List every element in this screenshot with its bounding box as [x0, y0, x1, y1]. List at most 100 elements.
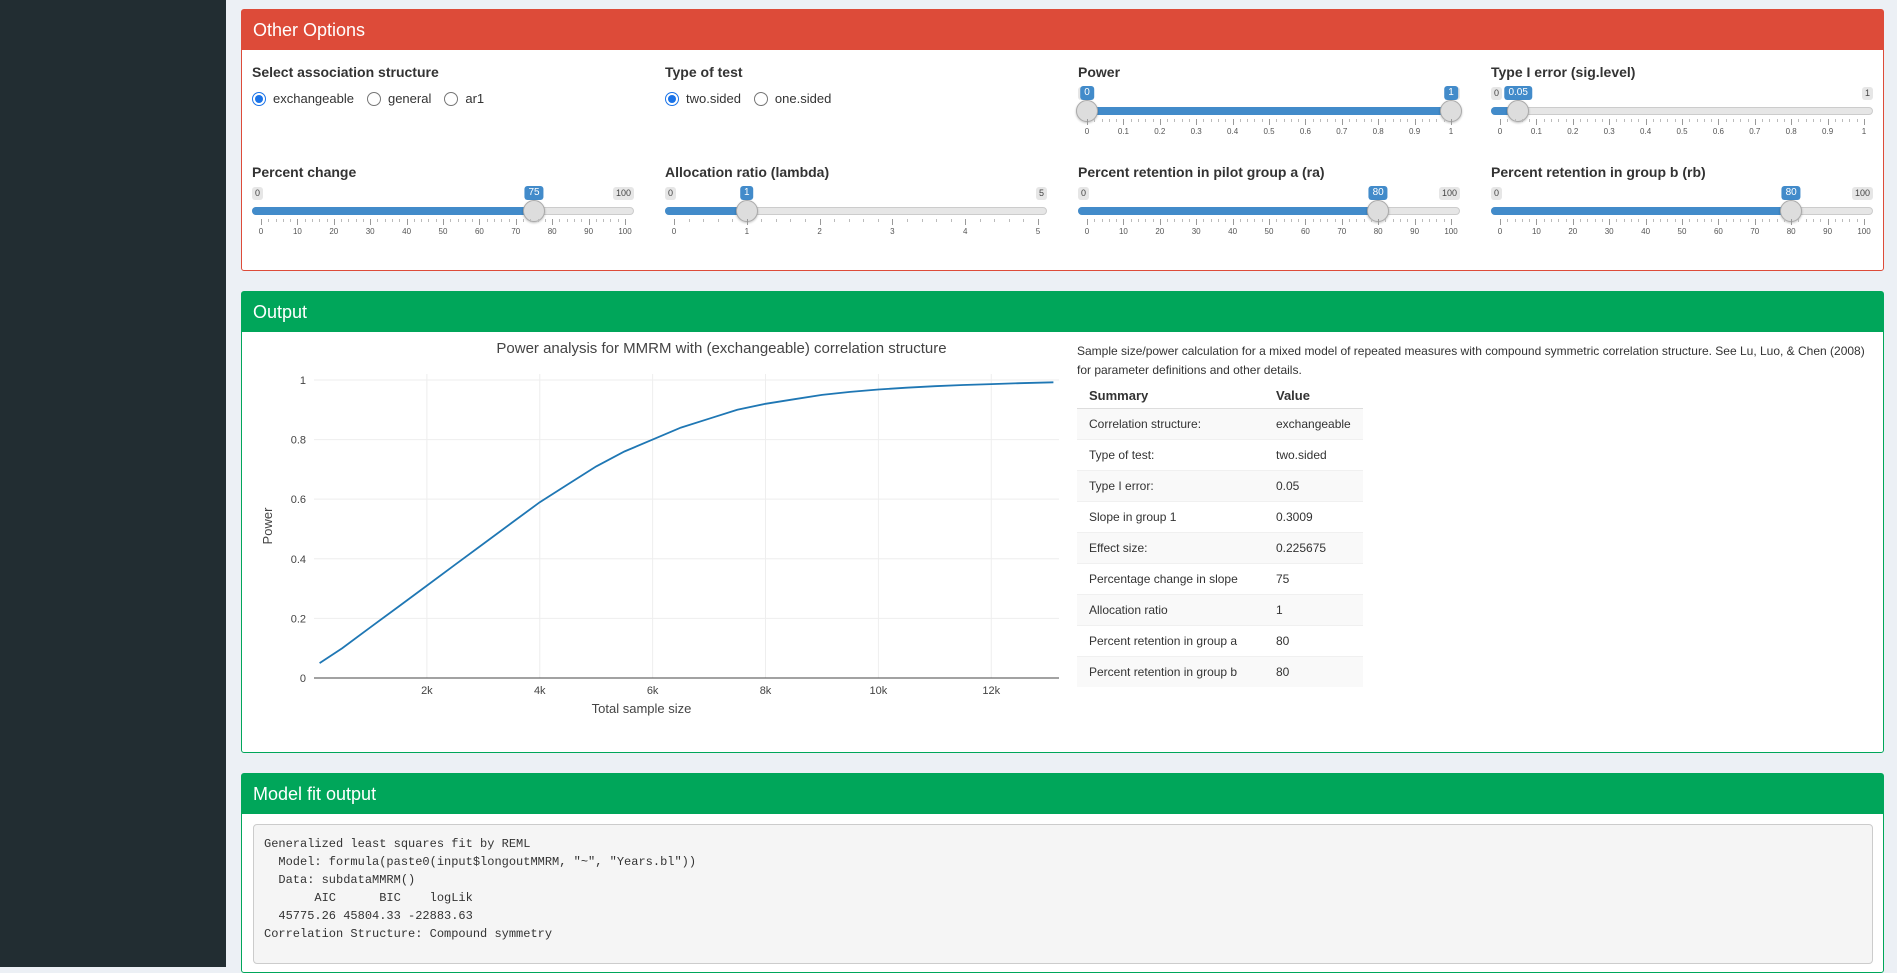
slider-minor-tick: [1747, 119, 1749, 122]
radio-ar1[interactable]: ar1: [444, 91, 484, 106]
slider-tick: [1038, 219, 1039, 225]
slider-minor-tick: [1601, 219, 1603, 222]
slider-minor-tick: [1225, 219, 1227, 222]
model-fit-line: Model: formula(paste0(input$longoutMMRM,…: [264, 855, 697, 869]
slider-minor-tick: [1283, 219, 1285, 222]
radio-two-sided[interactable]: two.sided: [665, 91, 741, 106]
radio-unselected-icon[interactable]: [444, 91, 459, 106]
slider-minor-tick: [1565, 119, 1567, 122]
table-row: Slope in group 1 0.3009: [1077, 500, 1363, 532]
slider-tick-label: 0.2: [1567, 127, 1579, 136]
slider-minor-tick: [1108, 219, 1110, 222]
slider-max-label: 1: [1861, 87, 1873, 100]
slider-tick: [1414, 219, 1416, 225]
slider-minor-tick: [1834, 219, 1836, 222]
slider-tick-label: 0.5: [1676, 127, 1688, 136]
table-row: Allocation ratio 1: [1077, 593, 1363, 625]
slider-value: 75: [524, 186, 544, 200]
slider-minor-tick: [877, 219, 879, 222]
slider-minor-tick: [1400, 219, 1402, 222]
radio-selected-icon[interactable]: [252, 91, 266, 106]
slider-tick: [1682, 219, 1683, 225]
retention-group-b-slider[interactable]: 0 100 80 0 10 20 30 40 50 60 70 80 90 100: [1491, 186, 1873, 246]
slider-min-label: 0: [1491, 187, 1503, 200]
slider-minor-tick: [805, 219, 807, 222]
slider-minor-tick: [348, 219, 350, 222]
slider-max-label: 5: [1035, 187, 1047, 200]
model-fit-output: Generalized least squares fit by REML Mo…: [253, 824, 1873, 964]
value-cell: exchangeable: [1264, 407, 1363, 439]
radio-unselected-icon[interactable]: [753, 91, 768, 106]
slider-minor-tick: [1849, 119, 1851, 122]
slider-minor-tick: [1290, 219, 1292, 222]
model-fit-line: AIC BIC logLik: [264, 891, 473, 905]
slider-tick-label: 0.4: [1640, 127, 1652, 136]
main-content: Other Options Select association structu…: [241, 0, 1884, 973]
slider-tick: [1305, 119, 1307, 125]
slider-minor-tick: [1725, 119, 1727, 122]
slider-minor-tick: [790, 219, 792, 222]
slider-tick: [1159, 119, 1161, 125]
slider-minor-tick: [1108, 119, 1110, 122]
radio-exchangeable[interactable]: exchangeable: [252, 91, 354, 106]
column-header-value: Value: [1264, 384, 1363, 409]
slider-minor-tick: [1805, 119, 1807, 122]
slider-minor-tick: [1239, 219, 1241, 222]
slider-value: 1: [740, 186, 754, 200]
slider-minor-tick: [319, 219, 321, 222]
percent-change-slider[interactable]: 0 100 75 0 10 20 30 40 50 60 70 80 90 100: [252, 186, 634, 246]
slider-minor-tick: [1529, 119, 1531, 122]
slider-minor-tick: [566, 219, 568, 222]
slider-tick-label: 50: [1264, 227, 1274, 236]
chart-title: Power analysis for MMRM with (exchangeab…: [496, 340, 946, 357]
slider-tick-label: 40: [402, 227, 412, 236]
slider-minor-tick: [1429, 219, 1431, 222]
slider-minor-tick: [703, 219, 705, 222]
allocation-ratio-label: Allocation ratio (lambda): [665, 164, 830, 180]
slider-minor-tick: [1747, 219, 1749, 222]
type-i-error-slider[interactable]: 0 1 0.05 0 0.1 0.2 0.3 0.4 0.5 0.6 0.7 0.8 0.9 1: [1491, 86, 1873, 146]
power-slider[interactable]: 010100.10.20.30.40.50.60.70.80.91: [1076, 86, 1462, 146]
retention-group-b-control: Percent retention in group b (rb) 0 100 80…: [1491, 164, 1873, 249]
slider-tick-label: 0: [258, 227, 264, 236]
slider-minor-tick: [1550, 219, 1552, 222]
allocation-ratio-slider[interactable]: 051012345: [665, 186, 1047, 246]
slider-tick-label: 80: [547, 227, 557, 236]
slider-minor-tick: [1436, 119, 1438, 122]
retention-group-a-slider[interactable]: 0 100 80 0 10 20 30 40 50 60 70 80 90 100: [1078, 186, 1460, 246]
slider-minor-tick: [1094, 219, 1096, 222]
radio-unselected-icon[interactable]: [366, 91, 381, 106]
slider-minor-tick: [1116, 219, 1118, 222]
slider-minor-tick: [1616, 219, 1618, 222]
radio-one-sided[interactable]: one.sided: [753, 91, 831, 106]
model-fit-line: Generalized least squares fit by REML: [264, 837, 531, 851]
slider-fill: [665, 207, 747, 215]
slider-minor-tick: [1429, 119, 1431, 122]
model-fit-line: Correlation Structure: Compound symmetry: [264, 927, 553, 941]
slider-minor-tick: [523, 219, 525, 222]
slider-minor-tick: [994, 219, 996, 222]
slider-tick: [1378, 119, 1380, 125]
slider-minor-tick: [1261, 119, 1263, 122]
slider-minor-tick: [775, 219, 777, 222]
table-row: Percent retention in group b 80: [1077, 655, 1363, 687]
slider-tick-label: 0.7: [1336, 127, 1348, 136]
slider-tick: [261, 219, 262, 225]
slider-minor-tick: [1856, 219, 1858, 222]
slider-minor-tick: [1188, 119, 1190, 122]
slider-minor-tick: [1740, 119, 1742, 122]
slider-minor-tick: [355, 219, 357, 222]
radio-general[interactable]: general: [366, 91, 431, 106]
slider-minor-tick: [1783, 219, 1785, 222]
slider-minor-tick: [384, 219, 386, 222]
power-chart[interactable]: Power analysis for MMRM with (exchangeab…: [242, 332, 1072, 742]
output-description: Sample size/power calculation for a mixe…: [1077, 344, 1865, 377]
slider-fill: [1491, 207, 1792, 215]
association-structure-label: Select association structure: [252, 64, 439, 80]
slider-tick-label: 0.5: [1263, 127, 1275, 136]
slider-tick: [1754, 219, 1756, 225]
slider-minor-tick: [1689, 219, 1691, 222]
slider-minor-tick: [1616, 119, 1618, 122]
radio-selected-icon[interactable]: [665, 91, 679, 106]
slider-minor-tick: [530, 219, 532, 222]
